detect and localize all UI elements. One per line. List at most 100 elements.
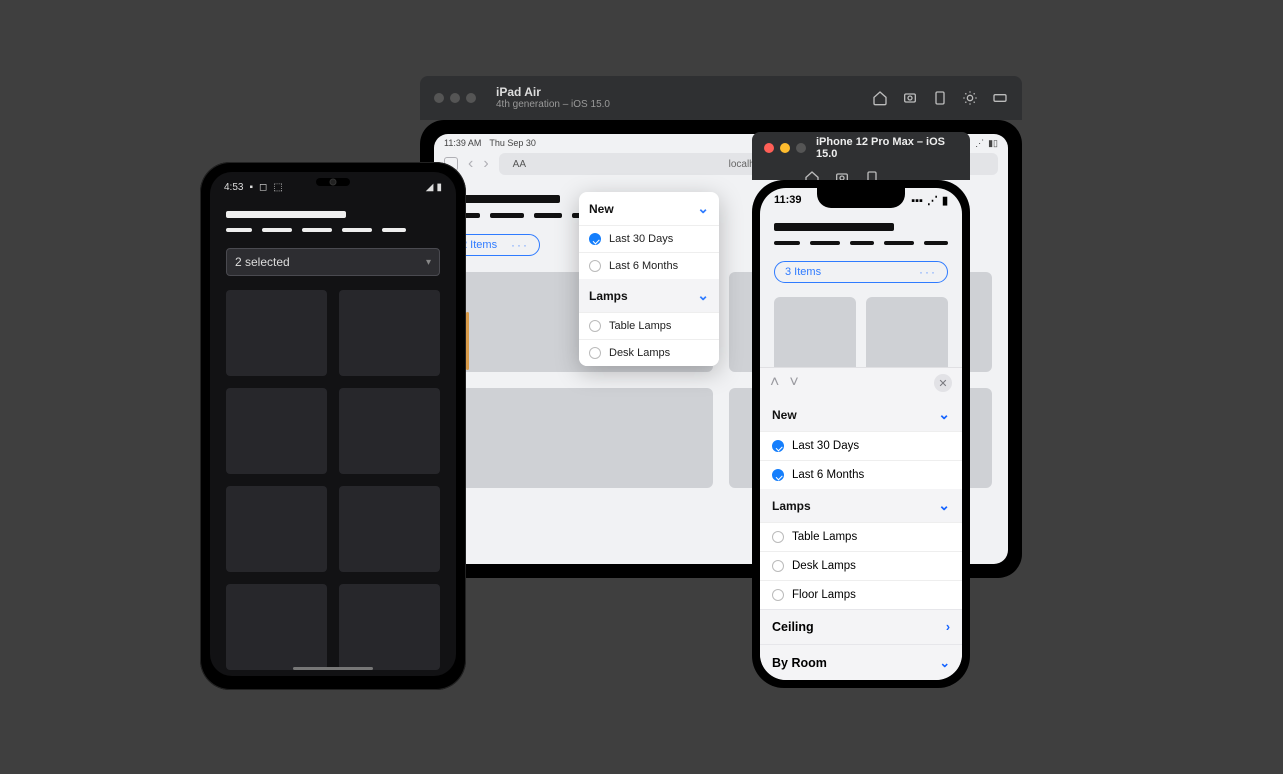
group-title: New [589,202,614,216]
product-card[interactable] [774,297,856,373]
product-card[interactable] [226,584,327,670]
option-label: Table Lamps [792,531,857,543]
camera-cutout [316,178,350,186]
sim-toolbar-icons [872,90,1008,106]
close-icon[interactable]: ✕ [934,374,952,392]
screenshot-icon[interactable] [902,90,918,106]
home-indicator[interactable] [293,667,373,670]
chevron-down-icon[interactable]: ˅ [789,374,798,392]
option-label: Table Lamps [609,320,671,332]
filter-group-ceiling[interactable]: Ceiling › [760,609,962,644]
keyboard-icon[interactable] [992,90,1008,106]
radio-icon [589,347,601,359]
wifi-icon: ⋰ [927,194,938,207]
product-card[interactable] [339,290,440,376]
product-card[interactable] [339,388,440,474]
option-label: Last 6 Months [792,469,864,481]
sim-title-text: iPhone 12 Pro Max – iOS 15.0 [816,136,958,160]
home-icon[interactable] [872,90,888,106]
checkmark-icon [772,469,784,481]
back-icon[interactable]: ‹ [468,155,473,173]
filter-group-header-lamps[interactable]: Lamps ⌄ [760,489,962,522]
page-title-skeleton [774,223,894,231]
filter-pill-label: 2 Items [461,239,497,251]
filter-pill-label: 3 Items [785,266,821,278]
filter-option-last6mo[interactable]: Last 6 Months [579,252,719,279]
android-screen: 4:53 ▪ ◻ ⬚ ◢ ▮ 2 selected ▾ [210,172,456,676]
filter-group-header-lamps[interactable]: Lamps ⌄ [579,279,719,312]
chevron-down-icon: ⌄ [938,497,950,514]
page-title-skeleton [450,195,560,203]
group-title: Lamps [589,289,628,303]
sim-title: iPad Air 4th generation – iOS 15.0 [496,86,610,110]
checkmark-icon [589,233,601,245]
filter-option-desk-lamps[interactable]: Desk Lamps [760,551,962,580]
product-card[interactable] [226,388,327,474]
rotate-icon[interactable] [932,90,948,106]
category-chips [774,241,948,245]
iphone-sim-toolbar: iPhone 12 Pro Max – iOS 15.0 [752,132,970,180]
filter-select[interactable]: 2 selected ▾ [226,248,440,276]
notch [817,188,905,208]
battery-icon: ▮ [436,182,442,193]
sheet-controls: ˄ ˅ ✕ [760,368,962,398]
traffic-lights[interactable] [764,143,806,153]
filter-group-header-new[interactable]: New ⌄ [579,192,719,225]
chevron-up-icon[interactable]: ˄ [770,374,779,392]
page-content: 2 selected ▾ [210,197,456,676]
filter-option-table-lamps[interactable]: Table Lamps [579,312,719,339]
sim-title-text: iPad Air [496,86,610,99]
group-title: Ceiling [772,620,814,634]
option-label: Desk Lamps [792,560,856,572]
group-title: Lamps [772,499,811,513]
filter-option-last30[interactable]: Last 30 Days [579,225,719,252]
filter-option-last30[interactable]: Last 30 Days [760,431,962,460]
traffic-lights[interactable] [434,93,476,103]
filter-option-last6mo[interactable]: Last 6 Months [760,460,962,489]
filter-option-desk-lamps[interactable]: Desk Lamps [579,339,719,366]
filter-group-header-new[interactable]: New ⌄ [760,398,962,431]
filter-option-floor-lamps[interactable]: Floor Lamps [760,580,962,609]
checkmark-icon [772,440,784,452]
android-device: 4:53 ▪ ◻ ⬚ ◢ ▮ 2 selected ▾ [200,162,466,690]
product-card[interactable] [226,290,327,376]
ipad-sim-toolbar: iPad Air 4th generation – iOS 15.0 [420,76,1022,120]
text-size-icon[interactable]: AA [513,159,526,170]
filter-option-table-lamps[interactable]: Table Lamps [760,522,962,551]
select-label: 2 selected [235,255,290,269]
option-label: Last 6 Months [609,260,678,272]
product-card[interactable] [226,486,327,572]
wifi-icon: ⋰ [975,138,984,149]
product-card[interactable] [450,388,713,488]
lock-icon: ◻ [259,182,267,193]
bug-icon: ⬚ [273,182,282,193]
product-card[interactable] [339,584,440,670]
group-title: By Room [772,656,827,670]
group-title: New [772,408,797,422]
chevron-down-icon: ⌄ [940,655,950,670]
product-card[interactable] [866,297,948,373]
power-button[interactable] [466,312,469,370]
product-card[interactable] [339,486,440,572]
status-time: 4:53 [224,182,243,193]
radio-icon [589,320,601,332]
signal-icon: ▪▪▪ [911,195,923,207]
status-time: 11:39 [774,194,802,207]
category-chips [226,228,440,232]
option-label: Last 30 Days [792,440,859,452]
chevron-down-icon: ⌄ [697,287,709,304]
product-grid [226,290,440,670]
brightness-icon[interactable] [962,90,978,106]
radio-icon [772,560,784,572]
iphone-bezel: 11:39 ▪▪▪ ⋰ ▮ 3 Items ··· [752,180,970,688]
forward-icon[interactable]: › [483,155,488,173]
iphone-screen: 11:39 ▪▪▪ ⋰ ▮ 3 Items ··· [760,188,962,680]
radio-icon [772,589,784,601]
filter-popover: New ⌄ Last 30 Days Last 6 Months Lamps ⌄… [579,192,719,366]
chevron-right-icon: › [946,620,950,634]
battery-icon: ▮▯ [988,138,998,149]
radio-icon [589,260,601,272]
option-label: Desk Lamps [609,347,670,359]
filter-group-by-room[interactable]: By Room ⌄ [760,644,962,680]
filter-pill[interactable]: 3 Items ··· [774,261,948,283]
